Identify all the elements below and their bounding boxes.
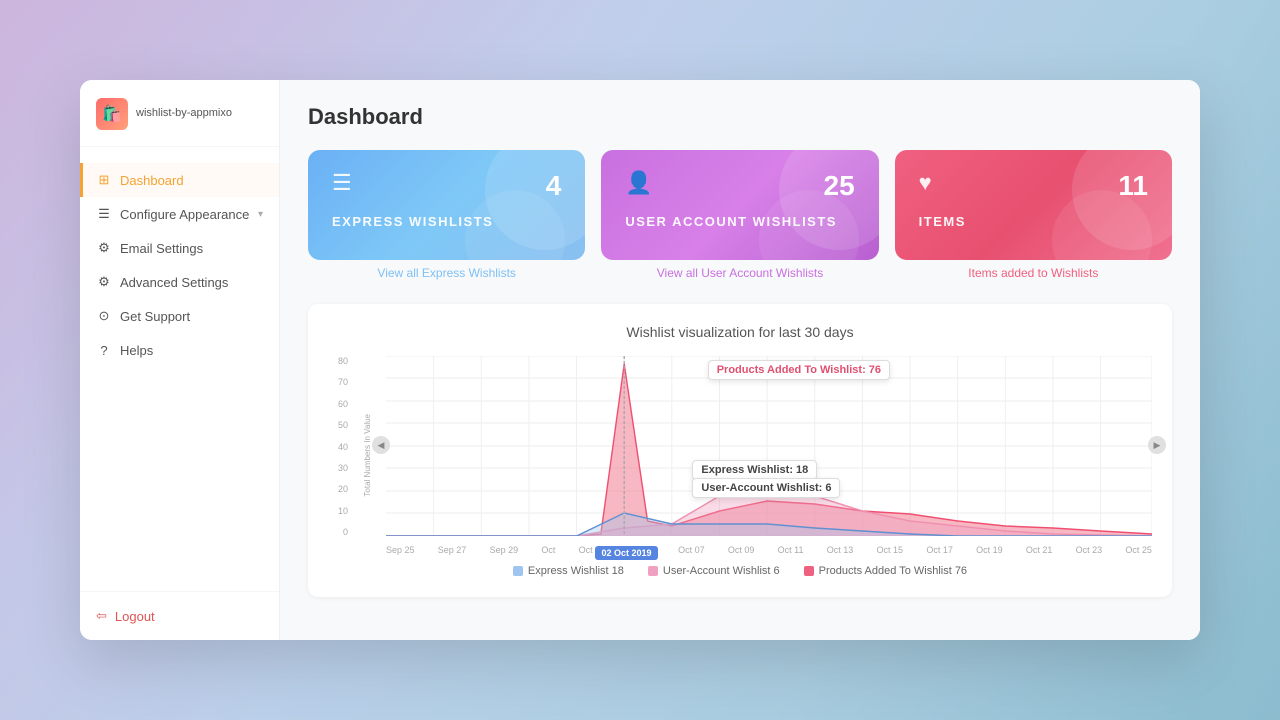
items-icon: ♥	[919, 170, 932, 196]
x-label-sep27: Sep 27	[438, 545, 467, 555]
configure-icon: ☰	[96, 206, 112, 222]
express-wishlists-link[interactable]: View all Express Wishlists	[308, 266, 585, 280]
chart-section: Wishlist visualization for last 30 days …	[308, 304, 1172, 597]
chevron-down-icon: ▾	[258, 209, 263, 220]
y-axis-value-50: 50	[328, 420, 348, 430]
x-label-oct17: Oct 17	[926, 545, 953, 555]
y-axis-value-20: 20	[328, 484, 348, 494]
main-content: Dashboard ☰ 4 EXPRESS WISHLISTS View all…	[280, 80, 1200, 640]
sidebar-item-advanced-settings[interactable]: ⚙ Advanced Settings	[80, 265, 279, 299]
help-icon: ?	[96, 342, 112, 358]
app-logo-icon: 🛍️	[96, 98, 128, 130]
sidebar-item-label-dashboard: Dashboard	[120, 173, 184, 188]
sidebar-item-label-advanced: Advanced Settings	[120, 275, 228, 290]
sidebar-item-dashboard[interactable]: ⊞ Dashboard	[80, 163, 279, 197]
user-account-icon: 👤	[625, 170, 652, 196]
x-axis-labels: Sep 25 Sep 27 Sep 29 Oct Oct 03 Oct 05 O…	[386, 545, 1152, 555]
x-label-oct21: Oct 21	[1026, 545, 1053, 555]
x-label-oct: Oct	[541, 545, 555, 555]
items-count: 11	[1118, 170, 1148, 202]
sidebar-item-email-settings[interactable]: ⚙ Email Settings	[80, 231, 279, 265]
x-label-oct23: Oct 23	[1076, 545, 1103, 555]
active-date-badge: 02 Oct 2019	[595, 546, 657, 560]
stat-cards: ☰ 4 EXPRESS WISHLISTS View all Express W…	[308, 150, 1172, 280]
sidebar: 🛍️ wishlist-by-appmixo ⊞ Dashboard ☰ Con…	[80, 80, 280, 640]
app-name: wishlist-by-appmixo	[136, 107, 232, 120]
express-wishlists-count: 4	[546, 170, 562, 202]
legend-products-dot	[804, 566, 814, 576]
x-label-sep29: Sep 29	[490, 545, 519, 555]
sidebar-logo: 🛍️ wishlist-by-appmixo	[80, 80, 279, 147]
advanced-icon: ⚙	[96, 274, 112, 290]
sidebar-item-configure-appearance[interactable]: ☰ Configure Appearance ▾	[80, 197, 279, 231]
sidebar-item-label-configure: Configure Appearance	[120, 207, 249, 222]
legend-express: Express Wishlist 18	[513, 565, 624, 577]
legend-products: Products Added To Wishlist 76	[804, 565, 967, 577]
chart-wrapper: 80 70 60 50 40 30 20 10 0 Total Numbers …	[328, 356, 1152, 555]
y-axis-value-70: 70	[328, 377, 348, 387]
email-icon: ⚙	[96, 240, 112, 256]
y-axis-value-30: 30	[328, 463, 348, 473]
user-account-label: USER ACCOUNT WISHLISTS	[625, 214, 854, 229]
dashboard-icon: ⊞	[96, 172, 112, 188]
items-card[interactable]: ♥ 11 ITEMS Items added to Wishlists	[895, 150, 1172, 280]
sidebar-nav: ⊞ Dashboard ☰ Configure Appearance ▾ ⚙ E…	[80, 147, 279, 591]
support-icon: ⊙	[96, 308, 112, 324]
y-axis-value-10: 10	[328, 506, 348, 516]
items-label: ITEMS	[919, 214, 1148, 229]
chart-inner: Products Added To Wishlist: 76 Express W…	[386, 356, 1152, 555]
sidebar-item-get-support[interactable]: ⊙ Get Support	[80, 299, 279, 333]
legend-express-label: Express Wishlist 18	[528, 565, 624, 577]
legend-express-dot	[513, 566, 523, 576]
y-axis-value-60: 60	[328, 399, 348, 409]
sidebar-item-label-helps: Helps	[120, 343, 153, 358]
user-account-count: 25	[824, 170, 855, 202]
chart-title: Wishlist visualization for last 30 days	[328, 324, 1152, 340]
legend-products-label: Products Added To Wishlist 76	[819, 565, 967, 577]
chart-nav-right[interactable]: ▶	[1148, 436, 1166, 454]
chart-svg	[386, 356, 1152, 536]
express-wishlists-icon: ☰	[332, 170, 352, 196]
logout-label: Logout	[115, 609, 155, 624]
y-axis-value-0: 0	[328, 527, 348, 537]
express-wishlists-label: EXPRESS WISHLISTS	[332, 214, 561, 229]
page-title: Dashboard	[308, 104, 1172, 130]
chart-legend: Express Wishlist 18 User-Account Wishlis…	[328, 565, 1152, 577]
app-window: 🛍️ wishlist-by-appmixo ⊞ Dashboard ☰ Con…	[80, 80, 1200, 640]
logout-icon: ⇦	[96, 608, 107, 624]
sidebar-item-label-email: Email Settings	[120, 241, 203, 256]
x-label-oct07: Oct 07	[678, 545, 705, 555]
x-label-oct25: Oct 25	[1125, 545, 1152, 555]
y-axis-label: Total Numbers In Value	[363, 414, 372, 497]
chart-nav-left[interactable]: ◀	[372, 436, 390, 454]
x-label-oct19: Oct 19	[976, 545, 1003, 555]
legend-user-account-label: User-Account Wishlist 6	[663, 565, 780, 577]
x-label-oct09: Oct 09	[728, 545, 755, 555]
user-account-link[interactable]: View all User Account Wishlists	[601, 266, 878, 280]
x-label-sep25: Sep 25	[386, 545, 415, 555]
logout-button[interactable]: ⇦ Logout	[80, 591, 279, 640]
y-axis-value-80: 80	[328, 356, 348, 366]
x-label-oct15: Oct 15	[877, 545, 904, 555]
express-wishlists-card[interactable]: ☰ 4 EXPRESS WISHLISTS View all Express W…	[308, 150, 585, 280]
y-axis-value-40: 40	[328, 442, 348, 452]
sidebar-item-label-support: Get Support	[120, 309, 190, 324]
items-link[interactable]: Items added to Wishlists	[895, 266, 1172, 280]
legend-user-account-dot	[648, 566, 658, 576]
user-account-wishlists-card[interactable]: 👤 25 USER ACCOUNT WISHLISTS View all Use…	[601, 150, 878, 280]
sidebar-item-helps[interactable]: ? Helps	[80, 333, 279, 367]
x-label-oct13: Oct 13	[827, 545, 854, 555]
legend-user-account: User-Account Wishlist 6	[648, 565, 780, 577]
x-label-oct11: Oct 11	[778, 545, 804, 555]
